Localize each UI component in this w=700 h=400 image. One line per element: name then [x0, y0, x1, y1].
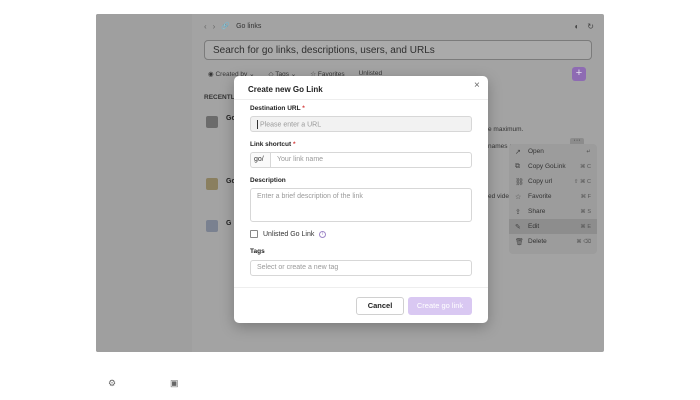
- sidebar: [96, 14, 192, 352]
- context-menu: ↗ Open ↵ ⧉ Copy GoLink ⌘ C ⛓ Copy url ⇧ ⌘ C ☆ F…: [509, 144, 597, 254]
- copy-icon: ⧉: [515, 162, 520, 170]
- top-nav: ‹ › 🔗 Go links: [204, 20, 261, 32]
- required-mark: *: [292, 141, 296, 148]
- tags-input[interactable]: Select or create a new tag: [250, 260, 472, 276]
- menu-item-copy-golink[interactable]: ⧉ Copy GoLink ⌘ C: [509, 159, 597, 174]
- link-shortcut-input[interactable]: Your link name: [270, 152, 472, 168]
- menu-item-shortcut: ⌘ S: [580, 208, 591, 215]
- link-icon: ⛓: [515, 178, 524, 186]
- description-label: Description: [250, 177, 286, 184]
- menu-item-label: Open: [528, 148, 544, 155]
- link-avatar: [206, 116, 218, 128]
- add-link-button[interactable]: +: [572, 67, 586, 81]
- menu-item-copy-url[interactable]: ⛓ Copy url ⇧ ⌘ C: [509, 174, 597, 189]
- list-item-title[interactable]: G: [226, 220, 231, 227]
- label-text: Destination URL: [250, 105, 301, 112]
- menu-item-label: Copy url: [528, 178, 553, 185]
- destination-url-label: Destination URL *: [250, 105, 305, 112]
- top-right-actions: ◐ ↻: [574, 22, 594, 31]
- destination-url-input[interactable]: Please enter a URL: [250, 116, 472, 132]
- link-icon: 🔗: [221, 23, 231, 30]
- cancel-button[interactable]: Cancel: [356, 297, 404, 315]
- unlisted-checkbox[interactable]: [250, 230, 258, 238]
- modal-header: Create new Go Link ×: [234, 76, 488, 100]
- refresh-icon[interactable]: ↻: [587, 22, 594, 31]
- modal-title: Create new Go Link: [248, 85, 323, 94]
- create-go-link-button[interactable]: Create go link: [408, 297, 472, 315]
- unlisted-label[interactable]: Unlisted Go Link: [263, 231, 314, 238]
- link-avatar: [206, 178, 218, 190]
- settings-icon[interactable]: ⚙: [108, 378, 116, 389]
- menu-item-label: Share: [528, 208, 546, 215]
- unlisted-row: Unlisted Go Link i: [250, 230, 327, 238]
- close-icon[interactable]: ×: [474, 80, 480, 91]
- menu-item-edit[interactable]: ✎ Edit ⌘ E: [509, 219, 597, 234]
- open-icon: ↗: [515, 148, 521, 156]
- description-textarea[interactable]: Enter a brief description of the link: [250, 188, 472, 222]
- forward-button[interactable]: ›: [213, 22, 216, 31]
- menu-item-label: Copy GoLink: [528, 163, 566, 170]
- link-avatar: [206, 220, 218, 232]
- menu-item-shortcut: ⇧ ⌘ C: [573, 178, 591, 185]
- label-text: Link shortcut: [250, 141, 292, 148]
- menu-item-label: Delete: [528, 238, 547, 245]
- go-prefix: go/: [250, 152, 270, 168]
- menu-item-label: Favorite: [528, 193, 552, 200]
- menu-item-share[interactable]: ⇪ Share ⌘ S: [509, 204, 597, 219]
- trash-icon: 🗑: [515, 238, 524, 246]
- text-caret: [257, 120, 258, 129]
- tags-label: Tags: [250, 248, 265, 255]
- info-icon[interactable]: i: [319, 230, 327, 238]
- link-shortcut-field: go/ Your link name: [250, 152, 472, 168]
- notification-icon[interactable]: ◐: [574, 22, 579, 31]
- required-mark: *: [302, 105, 305, 112]
- modal-footer: Cancel Create go link: [234, 287, 488, 323]
- share-icon: ⇪: [515, 208, 521, 216]
- menu-item-label: Edit: [528, 223, 540, 230]
- destination-url-placeholder: Please enter a URL: [260, 121, 322, 129]
- menu-item-shortcut: ↵: [586, 148, 591, 155]
- link-shortcut-label: Link shortcut *: [250, 141, 296, 148]
- edit-icon: ✎: [515, 223, 521, 231]
- menu-item-favorite[interactable]: ☆ Favorite ⌘ F: [509, 189, 597, 204]
- menu-item-shortcut: ⌘ F: [580, 193, 591, 200]
- menu-item-shortcut: ⌘ ⌫: [576, 238, 591, 245]
- back-button[interactable]: ‹: [204, 22, 207, 31]
- menu-item-delete[interactable]: 🗑 Delete ⌘ ⌫: [509, 234, 597, 249]
- search-input[interactable]: Search for go links, descriptions, users…: [204, 40, 592, 60]
- list-item-description: e maximum.: [488, 126, 524, 133]
- breadcrumb[interactable]: Go links: [236, 23, 261, 30]
- menu-item-open[interactable]: ↗ Open ↵: [509, 144, 597, 159]
- menu-item-shortcut: ⌘ C: [580, 163, 591, 170]
- menu-item-shortcut: ⌘ E: [580, 223, 591, 230]
- feedback-icon[interactable]: ▣: [170, 378, 179, 389]
- star-icon: ☆: [515, 193, 522, 201]
